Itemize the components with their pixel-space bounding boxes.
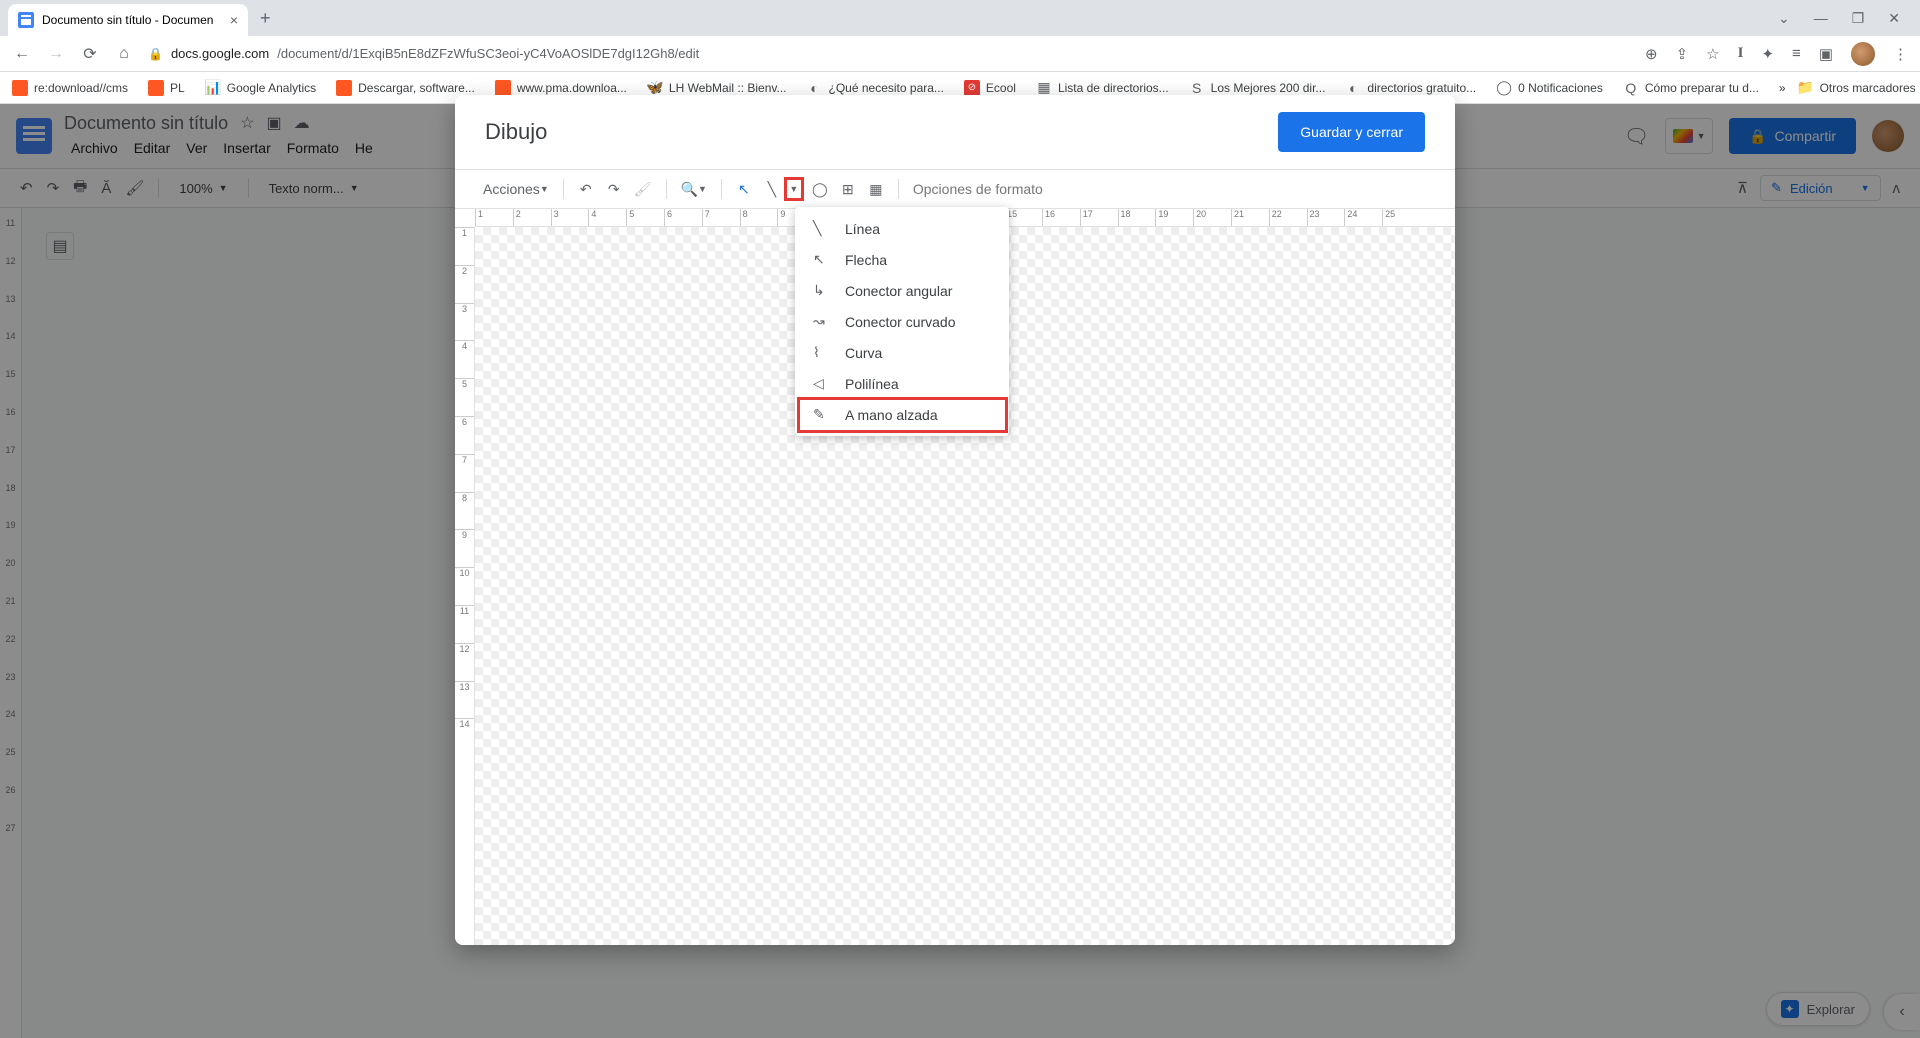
window-close-icon[interactable]: ✕ <box>1888 10 1900 27</box>
line-type-icon: ↖ <box>813 251 831 268</box>
bookmark-item[interactable]: Descargar, software... <box>336 80 475 96</box>
browser-menu-icon[interactable]: ⋮ <box>1893 45 1908 63</box>
bookmark-icon: ◐ <box>1345 80 1361 96</box>
url-path: /document/d/1ExqiB5nE8dZFzWfuSC3eoi-yC4V… <box>277 46 699 61</box>
line-type-icon: ╲ <box>813 220 831 237</box>
menu-item-curva[interactable]: ⌇Curva <box>795 337 1009 368</box>
menu-item-flecha[interactable]: ↖Flecha <box>795 244 1009 275</box>
reading-list-icon[interactable]: ≡ <box>1792 45 1801 62</box>
new-tab-button[interactable]: + <box>260 8 271 29</box>
tab-search-icon[interactable]: ⌄ <box>1778 10 1790 27</box>
share-page-icon[interactable]: ⇪ <box>1676 45 1689 63</box>
line-type-menu: ╲Línea↖Flecha↳Conector angular↝Conector … <box>795 207 1009 436</box>
line-type-icon: ⌇ <box>813 344 831 361</box>
bookmark-item[interactable]: 🦋LH WebMail :: Bienv... <box>647 80 787 96</box>
dialog-title: Dibujo <box>485 119 547 145</box>
bookmarks-overflow-icon[interactable]: » <box>1779 81 1786 95</box>
bookmark-icon: ▦ <box>1036 80 1052 96</box>
bookmark-item[interactable]: re:download//cms <box>12 80 128 96</box>
actions-menu[interactable]: Acciones ▼ <box>479 177 553 201</box>
docs-favicon-icon <box>18 12 34 28</box>
window-maximize-icon[interactable]: ❐ <box>1852 10 1865 27</box>
extensions-icon[interactable]: ✦ <box>1761 45 1774 63</box>
line-icon: ╲ <box>760 177 784 201</box>
bookmark-icon: ◐ <box>807 80 823 96</box>
url-host: docs.google.com <box>171 46 269 61</box>
image-tool-icon[interactable]: ▦ <box>864 177 888 201</box>
bookmark-icon <box>148 80 164 96</box>
save-close-button[interactable]: Guardar y cerrar <box>1278 112 1425 152</box>
browser-tab[interactable]: Documento sin título - Documen × <box>8 4 248 36</box>
window-minimize-icon[interactable]: — <box>1814 10 1828 26</box>
other-bookmarks[interactable]: 📁Otros marcadores <box>1798 80 1916 96</box>
bookmark-icon: ⊘ <box>964 80 980 96</box>
address-bar[interactable]: 🔒 docs.google.com/document/d/1ExqiB5nE8d… <box>148 40 699 68</box>
text-icon[interactable]: I <box>1738 45 1744 62</box>
tab-close-icon[interactable]: × <box>230 12 238 28</box>
nav-reload-icon[interactable]: ⟳ <box>80 44 100 64</box>
shape-tool-icon[interactable]: ◯ <box>808 177 832 201</box>
browser-tabs-bar: Documento sin título - Documen × + ⌄ — ❐… <box>0 0 1920 36</box>
bookmark-icon: 📊 <box>205 80 221 96</box>
bookmark-icon: ◯ <box>1496 80 1512 96</box>
notifications-icon[interactable]: ▣ <box>1819 45 1833 63</box>
line-tool-dropdown-icon[interactable]: ▼ <box>784 177 804 201</box>
bookmark-icon: S <box>1189 80 1205 96</box>
zoom-tool[interactable]: 🔍 ▼ <box>677 177 711 201</box>
menu-item-conector-angular[interactable]: ↳Conector angular <box>795 275 1009 306</box>
bookmark-item[interactable]: www.pma.downloa... <box>495 80 627 96</box>
bookmark-item[interactable]: SLos Mejores 200 dir... <box>1189 80 1326 96</box>
bookmark-star-icon[interactable]: ☆ <box>1706 45 1719 63</box>
paint-format-icon: 🖌 <box>630 177 656 201</box>
menu-item-línea[interactable]: ╲Línea <box>795 213 1009 244</box>
bookmark-icon: 🦋 <box>647 80 663 96</box>
bookmark-item[interactable]: ▦Lista de directorios... <box>1036 80 1169 96</box>
redo-icon[interactable]: ↷ <box>602 177 626 201</box>
menu-item-polilínea[interactable]: ◁Polilínea <box>795 368 1009 399</box>
zoom-icon[interactable]: ⊕ <box>1645 45 1658 63</box>
line-type-icon: ↝ <box>813 313 831 330</box>
bookmark-item[interactable]: ⊘Ecool <box>964 80 1016 96</box>
bookmark-icon <box>495 80 511 96</box>
drawing-toolbar: Acciones ▼ ↶ ↷ 🖌 🔍 ▼ ↖ ╲ ▼ ◯ ⊞ ▦ Opcione… <box>455 169 1455 209</box>
select-tool-icon[interactable]: ↖ <box>732 177 756 201</box>
address-bar-row: ← → ⟳ ⌂ 🔒 docs.google.com/document/d/1Ex… <box>0 36 1920 72</box>
tab-title: Documento sin título - Documen <box>42 13 213 27</box>
lock-icon: 🔒 <box>148 47 163 61</box>
nav-back-icon[interactable]: ← <box>12 45 32 63</box>
profile-avatar-icon[interactable] <box>1851 42 1875 66</box>
bookmark-item[interactable]: ◐¿Qué necesito para... <box>807 80 944 96</box>
bookmark-item[interactable]: 📊Google Analytics <box>205 80 316 96</box>
line-tool[interactable]: ╲ ▼ <box>760 177 804 201</box>
line-type-icon: ✎ <box>813 406 831 423</box>
bookmark-icon: Q <box>1623 80 1639 96</box>
undo-icon[interactable]: ↶ <box>574 177 598 201</box>
nav-forward-icon: → <box>46 45 66 63</box>
bookmark-icon <box>12 80 28 96</box>
menu-item-a-mano-alzada[interactable]: ✎A mano alzada <box>795 399 1009 430</box>
window-controls: ⌄ — ❐ ✕ <box>1778 10 1912 27</box>
nav-home-icon[interactable]: ⌂ <box>114 45 134 63</box>
line-type-icon: ◁ <box>813 375 831 392</box>
line-type-icon: ↳ <box>813 282 831 299</box>
bookmark-item[interactable]: PL <box>148 80 185 96</box>
bookmark-item[interactable]: QCómo preparar tu d... <box>1623 80 1759 96</box>
format-options-label[interactable]: Opciones de formato <box>909 177 1047 201</box>
bookmark-item[interactable]: ◯0 Notificaciones <box>1496 80 1603 96</box>
bookmark-item[interactable]: ◐directorios gratuito... <box>1345 80 1476 96</box>
text-box-tool-icon[interactable]: ⊞ <box>836 177 860 201</box>
bookmark-icon <box>336 80 352 96</box>
drawing-v-ruler: 1234567891011121314 <box>455 227 475 945</box>
menu-item-conector-curvado[interactable]: ↝Conector curvado <box>795 306 1009 337</box>
